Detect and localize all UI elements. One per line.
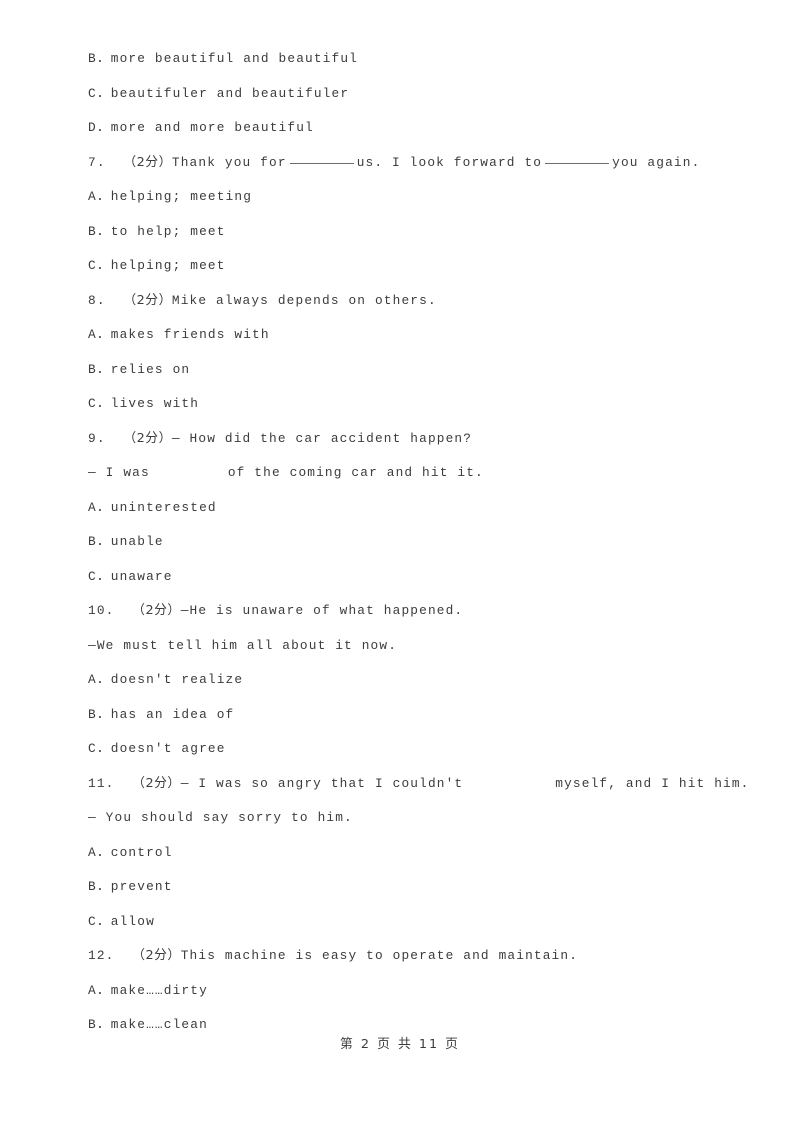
option-item: A．uninterested <box>88 491 728 526</box>
page-number-label: 第 2 页 共 11 页 <box>340 1037 460 1052</box>
option-text: D．more and more beautiful <box>88 120 314 135</box>
option-text: A．control <box>88 844 173 860</box>
page-footer: 第 2 页 共 11 页 <box>0 1033 800 1052</box>
question-stem-9: 9. （2分）— How did the car accident happen… <box>88 422 728 457</box>
option-item: B．has an idea of <box>88 698 728 733</box>
option-item: D．more and more beautiful <box>88 111 728 146</box>
option-text: C．doesn't agree <box>88 741 226 756</box>
dialogue-text-post: of the coming car and hit it. <box>227 465 484 480</box>
option-item: A．make……dirty <box>88 974 728 1009</box>
question-number: 11. <box>88 775 115 791</box>
option-text: B．has an idea of <box>88 706 235 722</box>
option-item: B．to help; meet <box>88 215 728 250</box>
question-stem-11-line2: — You should say sorry to him. <box>88 801 728 836</box>
option-text: C．allow <box>88 913 155 929</box>
question-text-post: myself, and I hit him. <box>555 775 750 791</box>
option-item: B．unable <box>88 525 728 560</box>
question-text: — How did the car accident happen? <box>171 430 473 446</box>
dialogue-text: — You should say sorry to him. <box>88 810 353 825</box>
dialogue-text-pre: — I was <box>88 465 150 480</box>
question-marks: （2分） <box>123 154 172 170</box>
option-item: A．makes friends with <box>88 318 728 353</box>
option-text: A．makes friends with <box>88 327 270 342</box>
option-text: A．helping; meeting <box>88 189 253 204</box>
question-text-post: you again. <box>612 154 701 170</box>
question-marks: （2分） <box>123 430 172 446</box>
option-text: A．doesn't realize <box>88 672 244 687</box>
question-stem-12: 12. （2分）This machine is easy to operate … <box>88 939 728 974</box>
option-item: A．doesn't realize <box>88 663 728 698</box>
question-number: 8. <box>88 292 106 308</box>
option-item: C．doesn't agree <box>88 732 728 767</box>
option-text: B．make……clean <box>88 1017 208 1032</box>
question-marks: （2分） <box>132 603 181 618</box>
option-item: B．relies on <box>88 353 728 388</box>
option-text: B．relies on <box>88 361 191 377</box>
question-number: 7. <box>88 154 106 170</box>
option-text: A．make……dirty <box>88 982 208 998</box>
dialogue-text: —We must tell him all about it now. <box>88 637 398 653</box>
question-text-pre: — I was so angry that I couldn't <box>180 775 464 791</box>
question-stem-10-line2: —We must tell him all about it now. <box>88 629 728 664</box>
option-item: A．control <box>88 836 728 871</box>
option-item: B．prevent <box>88 870 728 905</box>
option-text: B．prevent <box>88 879 173 894</box>
question-list: B．more beautiful and beautiful C．beautif… <box>88 42 748 1043</box>
option-item: C．beautifuler and beautifuler <box>88 77 728 112</box>
question-number: 10. <box>88 603 115 618</box>
option-item: B．more beautiful and beautiful <box>88 42 728 77</box>
option-text: C．beautifuler and beautifuler <box>88 85 350 101</box>
question-stem-7: 7. （2分）Thank you for us. I look forward t… <box>88 146 728 181</box>
option-item: C．lives with <box>88 387 728 422</box>
question-number: 12. <box>88 948 115 963</box>
question-text: Mike always depends on others. <box>171 292 437 308</box>
answer-blank[interactable] <box>545 162 610 164</box>
document-page: B．more beautiful and beautiful C．beautif… <box>0 0 800 1132</box>
option-text: C．lives with <box>88 396 200 411</box>
question-stem-11: 11. （2分）— I was so angry that I couldn't… <box>88 767 748 802</box>
option-text: A．uninterested <box>88 499 217 515</box>
option-text: B．more beautiful and beautiful <box>88 51 358 66</box>
option-text: C．helping; meet <box>88 258 226 273</box>
option-text: B．to help; meet <box>88 223 226 239</box>
option-item: C．unaware <box>88 560 728 595</box>
option-item: C．helping; meet <box>88 249 728 284</box>
option-text: C．unaware <box>88 568 173 584</box>
question-text-pre: Thank you for <box>171 154 287 170</box>
option-item: C．allow <box>88 905 728 940</box>
option-item: A．helping; meeting <box>88 180 728 215</box>
question-stem-10: 10. （2分）—He is unaware of what happened. <box>88 594 728 629</box>
question-number: 9. <box>88 430 106 446</box>
question-marks: （2分） <box>132 948 181 963</box>
option-text: B．unable <box>88 534 164 549</box>
question-text: —He is unaware of what happened. <box>180 603 464 618</box>
question-text: This machine is easy to operate and main… <box>180 948 579 963</box>
question-stem-8: 8. （2分）Mike always depends on others. <box>88 284 728 319</box>
question-marks: （2分） <box>123 292 172 308</box>
answer-blank[interactable] <box>289 162 354 164</box>
question-marks: （2分） <box>132 775 181 791</box>
question-text-mid: us. I look forward to <box>356 154 543 170</box>
question-stem-9-line2: — I was of the coming car and hit it. <box>88 456 728 491</box>
